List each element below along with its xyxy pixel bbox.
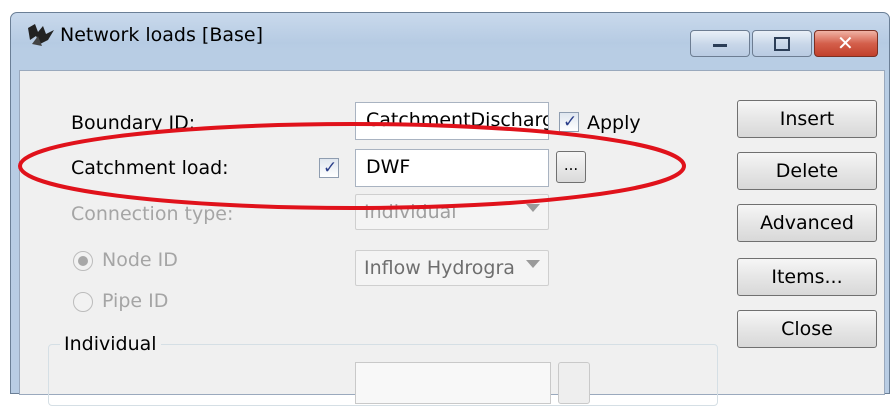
catchment-load-checkbox[interactable]: ✓ xyxy=(319,158,339,178)
connection-type-select[interactable]: Individual xyxy=(355,194,549,230)
checkmark-icon: ✓ xyxy=(563,112,578,132)
maximize-button[interactable] xyxy=(752,30,812,57)
app-icon xyxy=(28,24,54,46)
close-button[interactable]: Close xyxy=(737,310,877,348)
advanced-button[interactable]: Advanced xyxy=(737,204,877,242)
pipe-id-radio[interactable] xyxy=(73,292,93,312)
insert-button[interactable]: Insert xyxy=(737,100,877,138)
window-title: Network loads [Base] xyxy=(60,24,264,46)
node-id-label: Node ID xyxy=(102,249,178,271)
inflow-value: Inflow Hydrogra xyxy=(364,257,515,279)
boundary-id-field[interactable]: CatchmentDischarg xyxy=(355,102,549,140)
connection-type-label: Connection type: xyxy=(71,203,234,225)
browse-button[interactable]: ... xyxy=(556,151,586,183)
minimize-icon xyxy=(713,44,727,47)
inflow-select[interactable]: Inflow Hydrogra xyxy=(355,250,549,286)
pipe-id-label: Pipe ID xyxy=(102,290,169,312)
minimize-button[interactable] xyxy=(690,30,750,57)
individual-field[interactable] xyxy=(355,362,551,404)
catchment-load-field[interactable]: DWF xyxy=(355,149,549,187)
node-id-radio[interactable] xyxy=(73,251,93,271)
close-icon: ✕ xyxy=(837,31,854,55)
radio-selected-dot xyxy=(78,256,88,266)
chevron-down-icon xyxy=(526,204,540,212)
checkmark-icon: ✓ xyxy=(323,158,338,178)
catchment-load-label: Catchment load: xyxy=(71,157,229,179)
boundary-id-label: Boundary ID: xyxy=(71,112,196,134)
delete-button[interactable]: Delete xyxy=(737,152,877,190)
individual-browse-button[interactable] xyxy=(558,362,590,404)
individual-group-label: Individual xyxy=(60,333,161,355)
close-window-button[interactable]: ✕ xyxy=(814,30,878,57)
apply-label: Apply xyxy=(587,112,641,134)
maximize-icon xyxy=(774,37,790,51)
apply-checkbox[interactable]: ✓ xyxy=(559,112,579,132)
chevron-down-icon xyxy=(526,260,540,268)
items-button[interactable]: Items... xyxy=(737,258,877,296)
connection-type-value: Individual xyxy=(364,201,457,223)
